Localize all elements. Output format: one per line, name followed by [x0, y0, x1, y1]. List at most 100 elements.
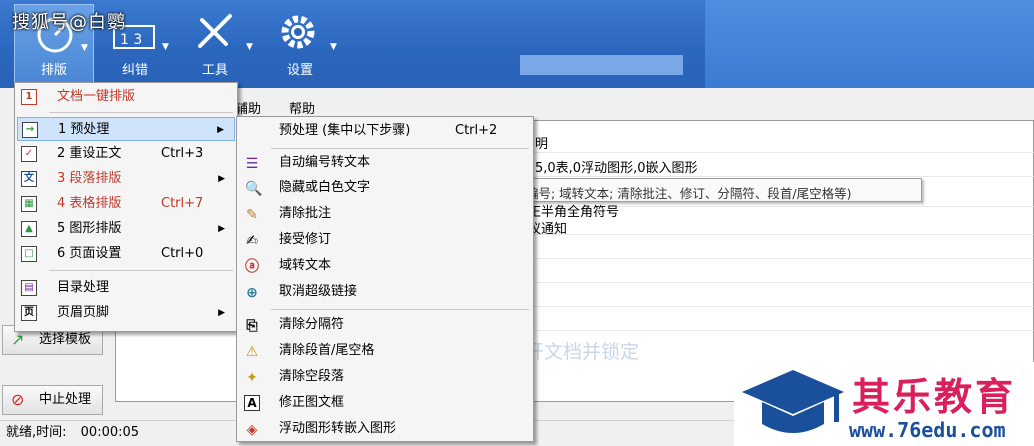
proofread-label: 纠错	[121, 63, 148, 78]
arrow-right-icon: →	[22, 122, 38, 138]
tools-icon	[198, 14, 232, 48]
menu-item-paragraph-layout[interactable]: 文 3 段落排版 ▶	[17, 167, 235, 191]
page-icon: □	[21, 246, 37, 262]
svg-text:1 3: 1 3	[120, 32, 142, 48]
menu-separator	[49, 112, 233, 113]
layout-menu: 1 文档一键排版 → 1 预处理 ▶ ✓ 2 重设正文 Ctrl+3 文 3 段…	[14, 82, 238, 332]
menu-item-preprocess[interactable]: → 1 预处理 ▶	[17, 117, 235, 141]
one-icon: 1	[21, 89, 37, 105]
menu-item-label: 目录处理	[57, 280, 110, 295]
settings-label: 设置	[286, 63, 313, 78]
watermark: 搜狐号@白鹦	[12, 12, 126, 33]
menu-item-label: 清除段首/尾空格	[279, 343, 375, 358]
submenu-item-float-to-inline[interactable]: ◈ 浮动图形转嵌入图形	[239, 417, 531, 441]
submenu-item-hidden-text[interactable]: 🔍 隐藏或白色文字	[239, 176, 531, 200]
submenu-item-accept-revisions[interactable]: ✍ 接受修订	[239, 228, 531, 252]
stop-icon: ⊘	[11, 390, 25, 409]
header-footer-icon: 页	[21, 305, 37, 321]
picture-icon: ◈	[246, 422, 258, 438]
magnifier-icon: 🔍	[245, 181, 263, 197]
menu-item-shortcut: Ctrl+7	[161, 196, 204, 211]
stop-processing-button[interactable]: ⊘ 中止处理	[2, 385, 103, 415]
ribbon-highlight-bar	[520, 55, 683, 75]
menu-separator	[271, 309, 529, 310]
menu-item-label: 1 预处理	[58, 122, 110, 137]
ghost-text: 开文档并锁定	[525, 341, 640, 363]
toc-icon: ▤	[21, 280, 37, 296]
stop-processing-label: 中止处理	[39, 392, 92, 407]
chevron-right-icon: ▶	[218, 224, 225, 234]
submenu-item-clear-separators[interactable]: ⎘ 清除分隔符	[239, 313, 531, 337]
menu-item-toc[interactable]: ▤ 目录处理	[17, 276, 235, 300]
submenu-item-remove-hyperlinks[interactable]: ⊕ 取消超级链接	[239, 280, 531, 304]
menu-separator	[49, 270, 233, 271]
menu-item-label: 浮动图形转嵌入图形	[279, 421, 397, 436]
gear-icon	[281, 15, 315, 49]
doc-line-2: 5,0表,0浮动图形,0嵌入图形	[535, 161, 698, 176]
menu-item-page-setup[interactable]: □ 6 页面设置 Ctrl+0	[17, 242, 235, 266]
menu-item-label: 3 段落排版	[57, 171, 122, 186]
menu-separator	[271, 148, 529, 149]
globe-icon: ⊕	[246, 285, 258, 301]
menu-item-reset-body[interactable]: ✓ 2 重设正文 Ctrl+3	[17, 142, 235, 166]
table-icon: ▦	[21, 196, 37, 212]
warning-icon: ⚠	[245, 344, 259, 360]
menu-item-shortcut: Ctrl+3	[161, 146, 204, 161]
menu-item-label: 隐藏或白色文字	[279, 180, 371, 195]
paragraph-icon: 文	[21, 171, 37, 187]
comment-icon: ✎	[246, 207, 258, 223]
submenu-item-preprocess-all[interactable]: 预处理 (集中以下步骤) Ctrl+2	[239, 119, 531, 143]
brand-logo: 其乐教育 www.76edu.com	[734, 362, 1034, 446]
logo-name: 其乐教育	[852, 375, 1017, 419]
submenu-item-clear-empty-paragraphs[interactable]: ✦ 清除空段落	[239, 365, 531, 389]
menu-item-label: 接受修订	[279, 232, 332, 247]
doc-line-1: 明	[535, 137, 549, 152]
submenu-item-clear-spaces[interactable]: ⚠ 清除段首/尾空格	[239, 339, 531, 363]
image-icon: ▲	[21, 221, 37, 237]
revision-icon: ✍	[246, 233, 258, 249]
menu-item-label: 页眉页脚	[57, 305, 110, 320]
chevron-down-icon: ▼	[330, 42, 337, 52]
submenu-item-clear-comments[interactable]: ✎ 清除批注	[239, 202, 531, 226]
ribbon-toolbar: ▼ 排版 1 3 ▼ 纠错 ▼ 工具 ▼ 设置	[0, 0, 1034, 88]
menu-item-graphic-layout[interactable]: ▲ 5 图形排版 ▶	[17, 217, 235, 241]
menu-item-label: 4 表格排版	[57, 196, 122, 211]
menu-item-label: 自动编号转文本	[279, 155, 371, 170]
tooltip: 编号; 域转文本; 清除批注、修订、分隔符、段首/尾空格等)	[520, 178, 922, 202]
menu-item-label: 修正图文框	[279, 395, 345, 410]
menubar: 辅助 帮助	[235, 95, 345, 117]
sparkle-icon: ✦	[246, 370, 258, 386]
settings-button[interactable]: ▼ 设置	[262, 4, 338, 84]
menu-item-shortcut: Ctrl+0	[161, 246, 204, 261]
menu-help[interactable]: 帮助	[289, 98, 315, 117]
menu-help-partial[interactable]: 辅助	[235, 98, 261, 117]
chevron-down-icon: ▼	[81, 43, 88, 53]
menu-item-label: 清除分隔符	[279, 317, 345, 332]
list-icon: ☰	[245, 156, 259, 172]
menu-item-label: 5 图形排版	[57, 221, 122, 236]
menu-item-header-footer[interactable]: 页 页眉页脚 ▶	[17, 301, 235, 325]
menu-item-label: 清除空段落	[279, 369, 345, 384]
menu-item-one-click-layout[interactable]: 1 文档一键排版	[17, 85, 235, 109]
status-time: 00:00:05	[80, 425, 140, 440]
text-frame-icon: A	[244, 395, 260, 411]
menu-item-label: 清除批注	[279, 206, 332, 221]
menu-item-label: 取消超级链接	[279, 284, 358, 299]
menu-item-label: 2 重设正文	[57, 146, 122, 161]
logo-url: www.76edu.com	[849, 418, 1006, 442]
menu-item-label: 预处理 (集中以下步骤)	[279, 123, 411, 138]
chevron-down-icon: ▼	[246, 42, 253, 52]
tools-button[interactable]: ▼ 工具	[180, 4, 253, 84]
menu-item-table-layout[interactable]: ▦ 4 表格排版 Ctrl+7	[17, 192, 235, 216]
page-break-icon: ⎘	[246, 318, 258, 334]
field-icon: ⓐ	[245, 259, 259, 275]
submenu-item-numbering-to-text[interactable]: ☰ 自动编号转文本	[239, 151, 531, 175]
submenu-item-fix-text-frame[interactable]: A 修正图文框	[239, 391, 531, 415]
chevron-right-icon: ▶	[218, 174, 225, 184]
chevron-down-icon: ▼	[162, 42, 169, 52]
select-template-label: 选择模板	[39, 332, 92, 347]
check-icon: ✓	[21, 146, 37, 162]
submenu-item-field-to-text[interactable]: ⓐ 域转文本	[239, 254, 531, 278]
layout-label: 排版	[40, 63, 67, 78]
tools-label: 工具	[201, 63, 228, 78]
